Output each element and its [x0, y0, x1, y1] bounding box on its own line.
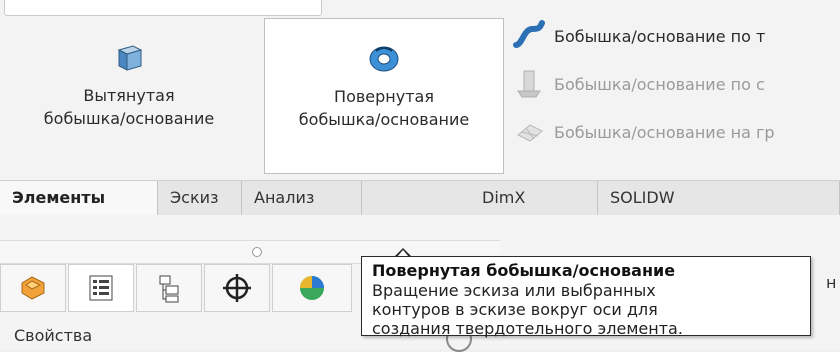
tab-sketch[interactable]: Эскиз [158, 181, 242, 215]
revolve-icon [369, 46, 399, 72]
side-label: н [826, 273, 837, 292]
lofted-boss-button[interactable]: Бобышка/основание по с [512, 66, 840, 102]
tab-analysis[interactable]: Анализ [242, 181, 362, 215]
tab-features[interactable]: Элементы [0, 181, 158, 215]
revolve-label-line1: Повернутая [334, 87, 434, 106]
dimxpert-icon [223, 274, 251, 302]
feature-manager-tab[interactable] [0, 264, 66, 312]
extrude-label-line1: Вытянутая [83, 86, 175, 105]
property-manager-icon [89, 275, 113, 301]
tooltip-body: Вращение эскиза или выбранных контуров в… [372, 281, 683, 338]
display-manager-tab[interactable] [272, 264, 352, 312]
tooltip-title: Повернутая бобышка/основание [372, 261, 676, 280]
revolved-boss-button[interactable]: Повернутая бобышка/основание [264, 18, 504, 174]
extruded-boss-button[interactable]: Вытянутая бобышка/основание [0, 18, 258, 174]
boundary-boss-label: Бобышка/основание на гр [554, 122, 775, 142]
tab-dimx[interactable]: DimX [470, 181, 598, 215]
swept-boss-button[interactable]: Бобышка/основание по т [512, 18, 840, 54]
splitter-handle[interactable] [252, 247, 262, 257]
display-manager-icon [300, 276, 324, 300]
property-title: Свойства [14, 326, 93, 345]
command-manager-tabs: Элементы Эскиз Анализ DimX SOLIDW [0, 180, 840, 216]
feature-manager-icon [21, 276, 45, 300]
extrude-icon [117, 45, 143, 71]
tooltip: Повернутая бобышка/основание Вращение эс… [361, 256, 811, 338]
configuration-manager-tab[interactable] [136, 264, 202, 312]
loft-icon [517, 70, 541, 98]
search-field[interactable] [4, 0, 322, 16]
tab-solidworks[interactable]: SOLIDW [598, 181, 840, 215]
swept-boss-label: Бобышка/основание по т [554, 26, 766, 46]
boundary-icon [517, 124, 543, 142]
extrude-label-line2: бобышка/основание [43, 109, 215, 128]
revolve-label-line2: бобышка/основание [298, 110, 470, 129]
ribbon: Вытянутая бобышка/основание Повернутая б… [0, 0, 840, 180]
sweep-icon [513, 20, 545, 48]
lofted-boss-label: Бобышка/основание по с [554, 74, 765, 94]
dimxpert-tab[interactable] [204, 264, 270, 312]
configuration-manager-icon [159, 275, 179, 303]
property-manager-tab[interactable] [68, 264, 134, 312]
boundary-boss-button[interactable]: Бобышка/основание на гр [512, 114, 840, 150]
